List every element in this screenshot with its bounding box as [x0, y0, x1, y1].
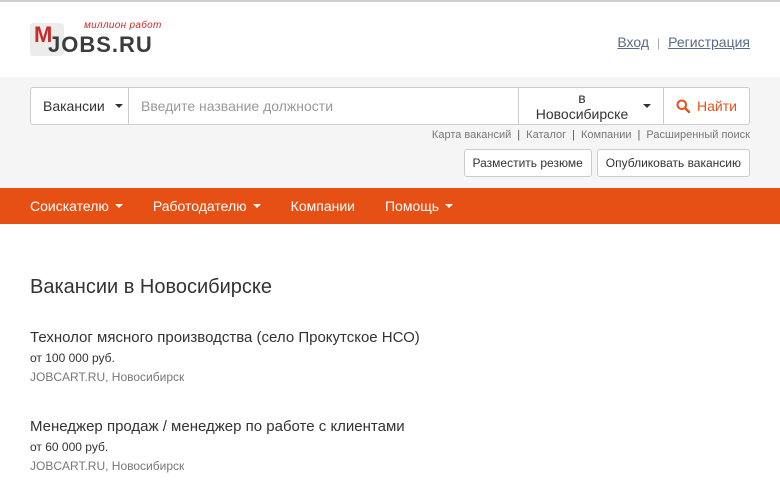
- nav-item-seekers[interactable]: Соискателю: [30, 198, 123, 214]
- vacancy-map-link[interactable]: Карта вакансий: [432, 129, 511, 141]
- companies-link[interactable]: Компании: [581, 129, 632, 141]
- auth-separator: |: [657, 36, 661, 50]
- link-separator: |: [572, 129, 576, 141]
- search-bar: Вакансии в Новосибирске Найти: [30, 87, 750, 125]
- auth-links: Вход | Регистрация: [617, 34, 750, 50]
- vacancy-title-link[interactable]: Менеджер продаж / менеджер по работе с к…: [30, 418, 405, 435]
- link-separator: |: [637, 129, 641, 141]
- city-dropdown[interactable]: в Новосибирске: [519, 87, 664, 125]
- chevron-down-icon: [445, 204, 454, 208]
- register-link[interactable]: Регистрация: [668, 34, 750, 50]
- search-icon: [676, 99, 691, 113]
- list-item: Менеджер продаж / менеджер по работе с к…: [30, 418, 405, 473]
- chevron-down-icon: [643, 104, 651, 108]
- search-sublinks: Карта вакансий | Каталог | Компании | Расширен…: [432, 129, 750, 141]
- nav-item-employers[interactable]: Работодателю: [153, 198, 261, 214]
- chevron-down-icon: [114, 204, 123, 208]
- nav-label: Компании: [290, 198, 355, 214]
- login-link[interactable]: Вход: [617, 34, 649, 50]
- chevron-down-icon: [252, 204, 261, 208]
- find-button[interactable]: Найти: [664, 87, 750, 125]
- logo-brand: JOBS.RU: [48, 32, 153, 57]
- vacancy-title-link[interactable]: Технолог мясного производства (село Прок…: [30, 329, 420, 346]
- post-resume-button[interactable]: Разместить резюме: [463, 149, 592, 177]
- vacancy-source: JOBCART.RU, Новосибирск: [30, 459, 185, 473]
- vacancy-source: JOBCART.RU, Новосибирск: [30, 370, 185, 384]
- nav-label: Соискателю: [30, 198, 109, 214]
- main-nav: Соискателю Работодателю Компании Помощь: [0, 188, 780, 224]
- post-vacancy-button[interactable]: Опубликовать вакансию: [596, 149, 750, 177]
- site-logo[interactable]: M миллион работ JOBS.RU: [30, 20, 170, 60]
- nav-label: Работодателю: [152, 198, 247, 214]
- nav-label: Помощь: [384, 198, 440, 214]
- advanced-search-link[interactable]: Расширенный поиск: [646, 129, 750, 141]
- page-title: Вакансии в Новосибирске: [30, 276, 273, 298]
- catalog-link[interactable]: Каталог: [526, 129, 566, 141]
- vacancy-salary: от 60 000 руб.: [30, 440, 109, 454]
- find-label: Найти: [697, 98, 737, 114]
- search-type-dropdown[interactable]: Вакансии: [30, 87, 129, 125]
- nav-item-companies[interactable]: Компании: [291, 198, 355, 214]
- city-label: в Новосибирске: [535, 90, 629, 122]
- chevron-down-icon: [114, 104, 123, 108]
- vacancy-salary: от 100 000 руб.: [30, 351, 115, 365]
- list-item: Технолог мясного производства (село Прок…: [30, 329, 420, 384]
- search-input[interactable]: [129, 87, 519, 125]
- link-separator: |: [517, 129, 521, 141]
- nav-item-help[interactable]: Помощь: [384, 198, 454, 214]
- action-buttons: Разместить резюме Опубликовать вакансию: [463, 149, 750, 177]
- search-type-label: Вакансии: [43, 98, 105, 114]
- logo-tagline: миллион работ: [84, 20, 162, 31]
